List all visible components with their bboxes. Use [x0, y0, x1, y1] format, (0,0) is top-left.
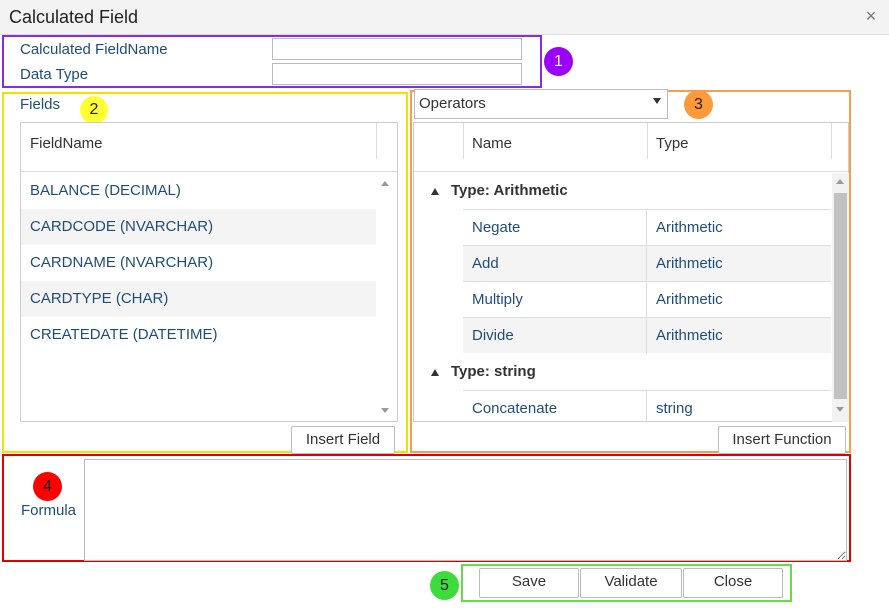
- operator-name: Multiply: [463, 282, 647, 318]
- operators-dropdown-value: Operators: [419, 95, 486, 112]
- annotation-badge-2: 2: [80, 96, 108, 124]
- type-column-header[interactable]: Type: [647, 123, 689, 172]
- scrollbar-thumb[interactable]: [834, 193, 847, 399]
- operator-name: Concatenate: [463, 391, 647, 421]
- validate-button[interactable]: Validate: [580, 568, 682, 598]
- group-label: Type: string: [451, 363, 536, 380]
- insert-function-button[interactable]: Insert Function: [718, 426, 846, 454]
- close-button[interactable]: Close: [683, 568, 783, 598]
- header-divider: [376, 123, 377, 159]
- collapse-triangle-icon[interactable]: [431, 188, 439, 195]
- operator-type: Arithmetic: [656, 219, 723, 236]
- operator-type: string: [656, 400, 693, 417]
- operator-row[interactable]: Negate Arithmetic: [463, 209, 831, 246]
- collapse-triangle-icon[interactable]: [431, 369, 439, 376]
- calculated-fieldname-label: Calculated FieldName: [20, 41, 168, 58]
- save-button[interactable]: Save: [479, 568, 579, 598]
- annotation-badge-4: 4: [33, 472, 62, 501]
- header-divider: [831, 123, 832, 159]
- group-label: Type: Arithmetic: [451, 182, 568, 199]
- operator-type: Arithmetic: [656, 327, 723, 344]
- fieldname-column-header[interactable]: FieldName: [21, 123, 103, 172]
- name-column-header[interactable]: Name: [463, 123, 512, 172]
- operators-grid: Name Type Type: Arithmetic Negate Arithm…: [413, 122, 849, 422]
- operator-name: Divide: [463, 318, 647, 354]
- caret-down-icon: [653, 98, 661, 104]
- data-type-label: Data Type: [20, 66, 89, 83]
- annotation-badge-3: 3: [684, 90, 713, 119]
- operators-scrollbar[interactable]: [832, 173, 849, 422]
- operator-row[interactable]: Divide Arithmetic: [463, 317, 831, 354]
- field-row[interactable]: BALANCE (DECIMAL): [21, 173, 376, 209]
- scroll-up-arrow-icon[interactable]: [381, 181, 389, 186]
- operator-type: Arithmetic: [656, 255, 723, 272]
- field-row[interactable]: CARDTYPE (CHAR): [21, 281, 376, 317]
- operator-row[interactable]: Add Arithmetic: [463, 245, 831, 282]
- dialog-title: Calculated Field: [9, 7, 139, 27]
- operator-row[interactable]: Multiply Arithmetic: [463, 281, 831, 318]
- insert-field-button[interactable]: Insert Field: [291, 426, 395, 454]
- operator-name: Add: [463, 246, 647, 282]
- field-row[interactable]: CREATEDATE (DATETIME): [21, 317, 376, 353]
- close-icon[interactable]: ×: [862, 7, 880, 25]
- formula-label: Formula: [21, 502, 77, 519]
- scroll-down-arrow-icon[interactable]: [836, 407, 844, 412]
- scroll-up-arrow-icon[interactable]: [836, 179, 844, 184]
- operators-grid-header: Name Type: [414, 123, 848, 172]
- group-row-arithmetic[interactable]: Type: Arithmetic: [414, 173, 830, 209]
- annotation-badge-1: 1: [544, 47, 573, 76]
- fields-grid: FieldName BALANCE (DECIMAL) CARDCODE (NV…: [20, 122, 398, 422]
- scroll-down-arrow-icon[interactable]: [381, 408, 389, 413]
- operators-dropdown[interactable]: Operators: [414, 89, 668, 119]
- annotation-badge-5: 5: [430, 571, 459, 600]
- data-type-input[interactable]: [272, 63, 522, 85]
- field-row[interactable]: CARDNAME (NVARCHAR): [21, 245, 376, 281]
- fields-label: Fields: [20, 96, 61, 113]
- operator-name: Negate: [463, 210, 647, 246]
- field-row[interactable]: CARDCODE (NVARCHAR): [21, 209, 376, 245]
- formula-textarea[interactable]: [84, 459, 847, 561]
- fields-grid-header: FieldName: [21, 123, 397, 172]
- operator-type: Arithmetic: [656, 291, 723, 308]
- operator-row[interactable]: Concatenate string: [463, 390, 831, 421]
- group-row-string[interactable]: Type: string: [414, 354, 830, 390]
- calculated-fieldname-input[interactable]: [272, 38, 522, 60]
